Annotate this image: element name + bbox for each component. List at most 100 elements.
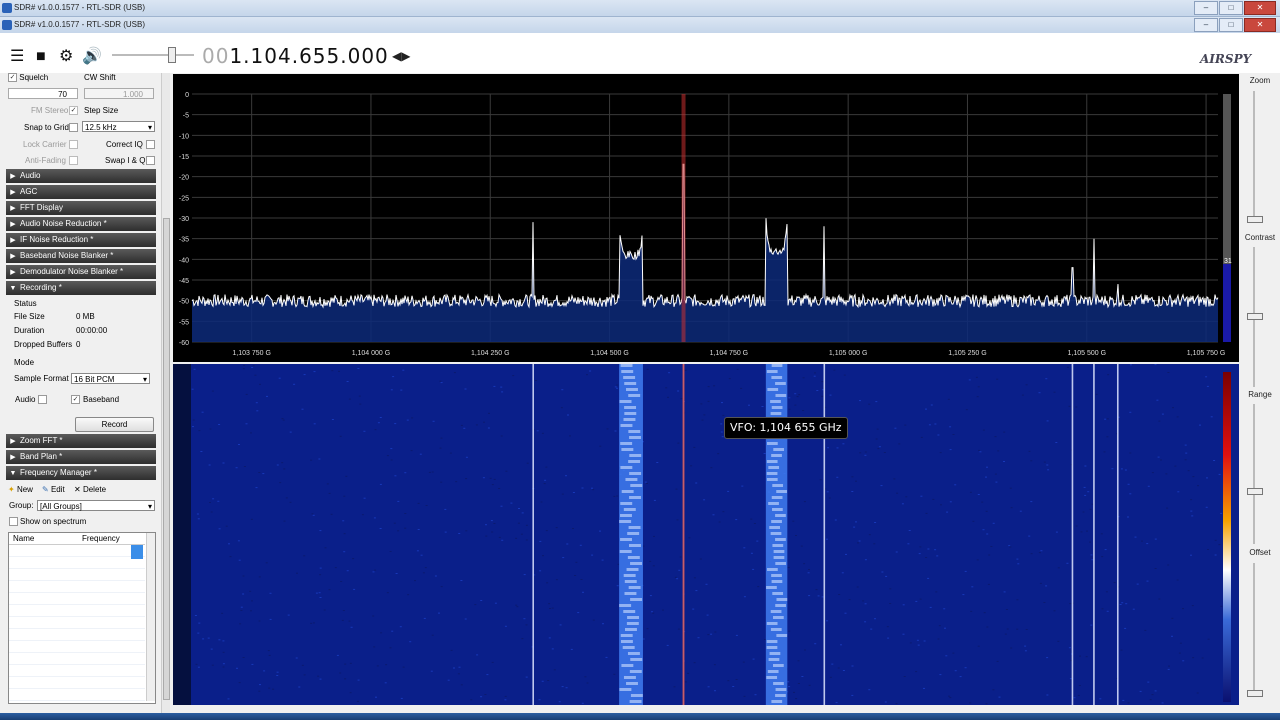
waterfall-noise [1025, 629, 1028, 630]
waterfall-noise [982, 429, 985, 431]
anti-fading-checkbox[interactable] [69, 156, 78, 165]
maximize-button[interactable]: □ [1219, 1, 1243, 15]
waterfall-noise [970, 610, 973, 612]
volume-slider-thumb[interactable] [168, 47, 176, 63]
section-fft-display[interactable]: ▶ FFT Display [6, 201, 156, 215]
waterfall-band-speckle [621, 370, 634, 373]
taskbar[interactable] [0, 713, 1280, 720]
offset-slider[interactable] [1253, 563, 1255, 693]
section-baseband-noise-blanker[interactable]: ▶ Baseband Noise Blanker * [6, 249, 156, 263]
list-selection[interactable] [131, 545, 143, 559]
fm-stereo-checkbox[interactable]: ✓ [69, 106, 78, 115]
waterfall-noise [1132, 608, 1135, 610]
waterfall-noise [717, 453, 720, 455]
edit-button[interactable]: ✎ Edit [42, 485, 65, 494]
waterfall-noise [372, 615, 375, 617]
squelch-input[interactable]: 70 [8, 88, 78, 99]
frequency-list[interactable]: Name Frequency [8, 532, 156, 704]
spectrum-trace [191, 163, 1219, 309]
cw-shift-input[interactable]: 1.000 [84, 88, 154, 99]
waterfall-noise [969, 702, 972, 704]
waterfall-band-speckle [775, 694, 786, 697]
list-scrollbar[interactable] [146, 533, 155, 701]
close-button[interactable]: ✕ [1244, 1, 1276, 15]
waterfall-band-speckle [775, 604, 786, 607]
offset-slider-thumb[interactable] [1247, 690, 1263, 697]
left-scroll-thumb[interactable] [163, 218, 170, 700]
spectrum-analyzer[interactable]: 0 -5 -10 -15 -20 -25 -30 -35 -40 -45 -50 -55 -60 1,10… [173, 74, 1239, 362]
swap-iq-checkbox[interactable] [146, 156, 155, 165]
contrast-slider-thumb[interactable] [1247, 313, 1263, 320]
menu-icon[interactable]: ☰ [10, 49, 26, 65]
lock-carrier-checkbox[interactable] [69, 140, 78, 149]
x-tick-label: 1,105 000 G [829, 350, 868, 357]
section-demodulator-noise-blanker[interactable]: ▶ Demodulator Noise Blanker * [6, 265, 156, 279]
waterfall-noise [1057, 567, 1060, 569]
tuning-arrows-icon[interactable]: ◀▶ [392, 49, 410, 63]
section-audio-noise-reduction[interactable]: ▶ Audio Noise Reduction * [6, 217, 156, 231]
section-zoom-fft[interactable]: ▶ Zoom FFT * [6, 434, 156, 448]
section-frequency-manager[interactable]: ▼ Frequency Manager * [6, 466, 156, 480]
range-slider[interactable] [1253, 404, 1255, 544]
checkbox-icon[interactable]: ✓ [8, 73, 17, 83]
speaker-icon[interactable]: 🔊 [82, 49, 102, 65]
maximize-button[interactable]: □ [1219, 18, 1243, 32]
mode-label: Mode [14, 358, 35, 367]
waterfall-noise [289, 431, 292, 433]
snap-to-grid-checkbox[interactable] [69, 123, 78, 132]
waterfall-band-speckle [629, 472, 642, 475]
close-button[interactable]: ✕ [1244, 18, 1276, 32]
minimize-button[interactable]: – [1194, 1, 1218, 15]
waterfall-noise [1104, 549, 1107, 551]
title-bar-back[interactable]: SDR# v1.0.0.1577 - RTL-SDR (USB) – □ ✕ [0, 0, 1280, 17]
minimize-button[interactable]: – [1194, 18, 1218, 32]
waterfall-noise [258, 576, 261, 578]
title-bar-front[interactable]: SDR# v1.0.0.1577 - RTL-SDR (USB) – □ ✕ [0, 17, 1280, 34]
range-slider-thumb[interactable] [1247, 488, 1263, 495]
waterfall-noise [934, 423, 937, 425]
baseband-rec-checkbox[interactable]: ✓ [71, 395, 80, 404]
zoom-slider[interactable] [1253, 91, 1255, 221]
squelch-checkbox[interactable]: ✓ Squelch [8, 73, 48, 83]
col-name-header[interactable]: Name [13, 534, 34, 543]
waterfall-noise [218, 528, 221, 530]
new-button[interactable]: ✦ New [8, 485, 33, 494]
gear-icon[interactable]: ⚙ [59, 49, 75, 65]
lock-carrier-label: Lock Carrier [23, 140, 67, 149]
left-panel-scrollbar[interactable] [161, 73, 170, 713]
col-frequency-header[interactable]: Frequency [82, 534, 120, 543]
zoom-slider-thumb[interactable] [1247, 216, 1263, 223]
waterfall-noise [439, 447, 442, 449]
waterfall-noise [722, 414, 725, 416]
section-band-plan[interactable]: ▶ Band Plan * [6, 450, 156, 464]
audio-rec-checkbox[interactable] [38, 395, 47, 404]
section-recording[interactable]: ▼ Recording * [6, 281, 156, 295]
waterfall-noise [868, 403, 871, 405]
group-select[interactable]: [All Groups] [37, 500, 155, 512]
section-audio[interactable]: ▶ Audio [6, 169, 156, 183]
waterfall-band-speckle [626, 622, 639, 625]
section-agc[interactable]: ▶ AGC [6, 185, 156, 199]
waterfall-noise [258, 690, 261, 692]
waterfall-noise [895, 551, 898, 553]
waterfall-noise [616, 495, 619, 497]
waterfall-noise [363, 497, 366, 499]
step-size-select[interactable]: 12.5 kHz [82, 121, 155, 133]
waterfall-display[interactable] [173, 364, 1239, 705]
waterfall-noise [581, 702, 584, 704]
record-button[interactable]: Record [75, 417, 154, 432]
waterfall-noise [925, 408, 927, 410]
frequency-display[interactable]: 001.104.655.000 [202, 44, 389, 68]
waterfall-noise [548, 637, 551, 639]
sample-format-select[interactable]: 16 Bit PCM [71, 373, 150, 385]
waterfall-noise [896, 492, 899, 494]
show-on-spectrum-checkbox[interactable] [9, 517, 18, 526]
delete-button[interactable]: ✕ Delete [74, 485, 106, 494]
section-if-noise-reduction[interactable]: ▶ IF Noise Reduction * [6, 233, 156, 247]
waterfall-noise [1084, 494, 1087, 496]
correct-iq-checkbox[interactable] [146, 140, 155, 149]
y-tick-label: -55 [179, 319, 189, 326]
stop-icon[interactable]: ■ [36, 49, 52, 65]
waterfall-band-speckle [772, 664, 784, 667]
volume-slider[interactable] [112, 47, 194, 63]
